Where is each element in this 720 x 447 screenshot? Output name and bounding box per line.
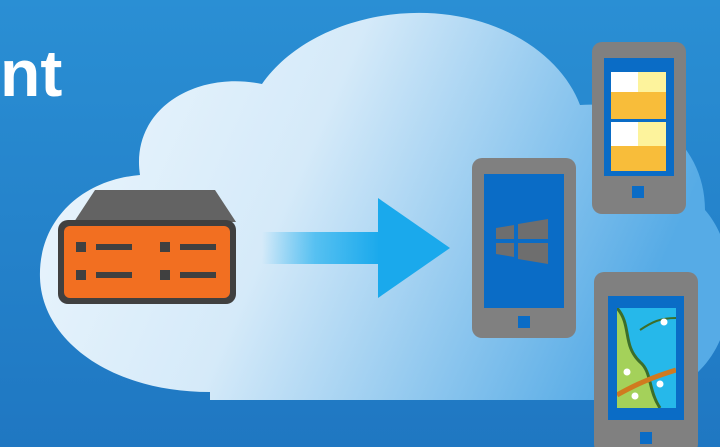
windows-phone-device (472, 158, 576, 338)
headline-text: nt (0, 36, 63, 110)
cloud-illustration (0, 0, 720, 447)
illustration: nt (0, 0, 720, 447)
map-phone-icon (594, 272, 698, 447)
server-icon (58, 190, 236, 304)
tiles-phone-icon (592, 42, 686, 214)
